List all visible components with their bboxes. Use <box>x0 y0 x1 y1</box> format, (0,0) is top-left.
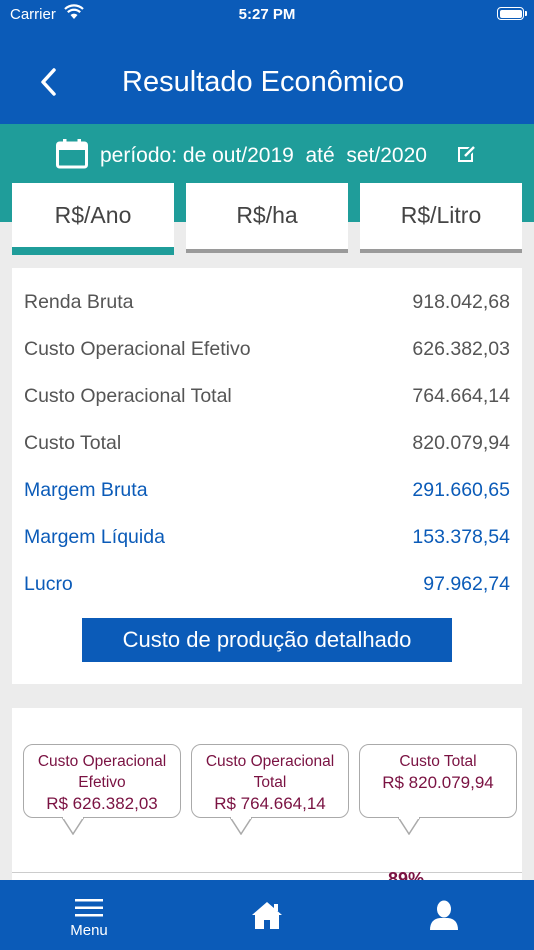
home-icon[interactable] <box>251 900 283 930</box>
row-label: Renda Bruta <box>24 291 134 313</box>
tab-r-ano[interactable]: R$/Ano <box>12 183 174 255</box>
cost-chart-card: Custo Operacional Efetivo R$ 626.382,03 … <box>12 708 522 888</box>
bubble-title: Custo Operacional <box>37 753 167 770</box>
row-value: 97.962,74 <box>423 573 510 595</box>
cost-bubble: Custo Total R$ 820.079,94 <box>359 744 517 835</box>
nav-bar: Resultado Econômico <box>0 30 534 124</box>
bubble-tail <box>230 817 252 835</box>
row-value: 626.382,03 <box>412 338 510 360</box>
period-label: período: de out/2019 até set/2020 <box>100 144 427 167</box>
calendar-icon <box>56 139 88 169</box>
edit-icon[interactable] <box>458 145 476 163</box>
tab-r-ha[interactable]: R$/ha <box>186 183 348 253</box>
summary-row: Margem Líquida 153.378,54 <box>24 526 510 556</box>
bubble-amount: R$ 764.664,14 <box>214 794 326 813</box>
bubble-amount: R$ 626.382,03 <box>46 794 158 813</box>
detailed-cost-button[interactable]: Custo de produção detalhado <box>82 618 452 662</box>
row-label: Margem Líquida <box>24 526 165 548</box>
bubble-tail <box>398 817 420 835</box>
cost-bubble: Custo Operacional Efetivo R$ 626.382,03 <box>23 744 181 835</box>
tab-r-litro[interactable]: R$/Litro <box>360 183 522 253</box>
row-value: 291.660,65 <box>412 479 510 501</box>
status-bar: Carrier 5:27 PM <box>0 0 534 30</box>
row-value: 918.042,68 <box>412 291 510 313</box>
menu-tab[interactable]: Menu <box>58 898 120 942</box>
menu-label: Menu <box>70 922 108 939</box>
chevron-left-icon[interactable] <box>34 64 64 100</box>
row-label: Margem Bruta <box>24 479 148 501</box>
summary-row: Margem Bruta 291.660,65 <box>24 479 510 509</box>
battery-icon <box>497 7 527 20</box>
page-title: Resultado Econômico <box>122 66 405 98</box>
row-label: Custo Total <box>24 432 122 454</box>
row-value: 153.378,54 <box>412 526 510 548</box>
summary-row: Custo Operacional Total 764.664,14 <box>24 385 510 415</box>
unit-tabs: R$/Ano R$/ha R$/Litro <box>0 183 534 257</box>
row-label: Lucro <box>24 573 73 595</box>
row-label: Custo Operacional Total <box>24 385 232 407</box>
hamburger-icon <box>75 899 103 917</box>
summary-row: Renda Bruta 918.042,68 <box>24 291 510 321</box>
summary-row: Custo Total 820.079,94 <box>24 432 510 462</box>
user-icon[interactable] <box>430 900 458 930</box>
chart-divider <box>12 872 522 873</box>
bubble-subtitle: Total <box>253 774 287 791</box>
summary-card: Renda Bruta 918.042,68 Custo Operacional… <box>12 268 522 684</box>
period-selector[interactable]: período: de out/2019 até set/2020 <box>0 138 534 174</box>
bottom-tab-bar: Menu <box>0 880 534 950</box>
summary-row: Custo Operacional Efetivo 626.382,03 <box>24 338 510 368</box>
bubble-amount: R$ 820.079,94 <box>382 773 494 792</box>
bubble-subtitle: Efetivo <box>78 774 126 791</box>
bubble-tail <box>62 817 84 835</box>
row-label: Custo Operacional Efetivo <box>24 338 251 360</box>
status-time: 5:27 PM <box>238 6 296 23</box>
bubble-title: Custo Operacional <box>205 753 335 770</box>
summary-row: Lucro 97.962,74 <box>24 573 510 603</box>
row-value: 764.664,14 <box>412 385 510 407</box>
row-value: 820.079,94 <box>412 432 510 454</box>
bubble-title: Custo Total <box>399 753 477 770</box>
cost-bubble: Custo Operacional Total R$ 764.664,14 <box>191 744 349 835</box>
